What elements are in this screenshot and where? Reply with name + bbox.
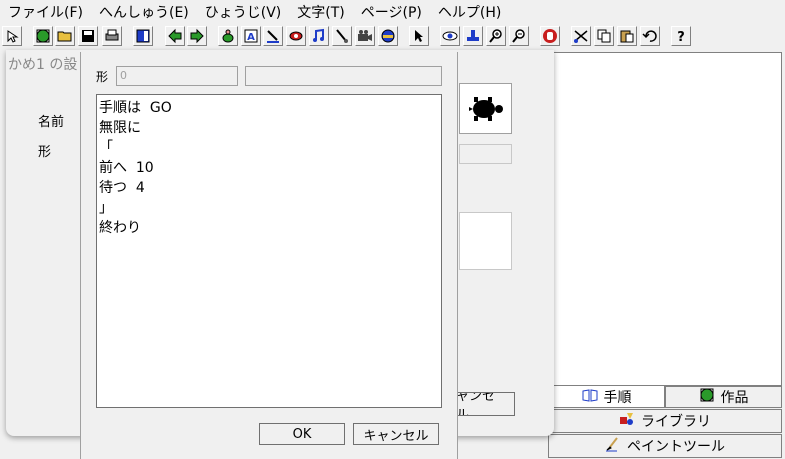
copy-icon[interactable]: [594, 26, 614, 46]
name-label: 名前: [38, 115, 65, 130]
undo-icon[interactable]: [640, 26, 660, 46]
stop-hand-icon[interactable]: [540, 26, 560, 46]
turtle-icon[interactable]: [218, 26, 238, 46]
tab-library[interactable]: ライブラリ: [548, 409, 782, 433]
eye-icon[interactable]: [440, 26, 460, 46]
code-line: 待つ 4: [99, 180, 145, 196]
shape-name-input[interactable]: [245, 66, 442, 86]
globe-icon: [699, 387, 715, 407]
turtle-icon: [468, 96, 503, 121]
globe-icon[interactable]: [33, 26, 53, 46]
ok-button[interactable]: OK: [259, 423, 345, 445]
shape-label: 形: [38, 145, 52, 160]
open-folder-icon[interactable]: [55, 26, 75, 46]
tab-works-label: 作品: [720, 390, 749, 406]
menu-help[interactable]: ヘルプ(H): [430, 2, 509, 22]
shape-input[interactable]: 0: [116, 66, 238, 86]
hat-icon[interactable]: [378, 26, 398, 46]
tab-works[interactable]: 作品: [665, 386, 782, 408]
forward-arrow-icon[interactable]: [187, 26, 207, 46]
stamp-icon[interactable]: [463, 26, 483, 46]
book-icon: [582, 387, 598, 407]
help-icon[interactable]: ?: [671, 26, 691, 46]
menu-view[interactable]: ひょうじ(V): [197, 2, 290, 22]
turtle-settings-title: かめ1 の設: [8, 57, 78, 73]
text-icon[interactable]: A: [241, 26, 261, 46]
back-arrow-icon[interactable]: [165, 26, 185, 46]
shapes-icon: [619, 411, 635, 431]
code-line: 終わり: [99, 220, 141, 236]
svg-text:?: ?: [677, 30, 685, 44]
paintbrush-icon: [605, 436, 621, 456]
zoom-out-icon[interactable]: [509, 26, 529, 46]
toolbar: A ?: [0, 26, 785, 50]
menu-page[interactable]: ページ(P): [353, 2, 430, 22]
zoom-in-icon[interactable]: [486, 26, 506, 46]
tab-paint-tool[interactable]: ペイントツール: [548, 434, 782, 458]
code-line: 前へ 10: [99, 160, 154, 176]
save-icon[interactable]: [78, 26, 98, 46]
work-canvas[interactable]: [548, 52, 782, 386]
tab-procedure-label: 手順: [603, 389, 632, 406]
paste-icon[interactable]: [617, 26, 637, 46]
select-icon[interactable]: [2, 26, 22, 46]
code-line: 無限に: [99, 120, 141, 136]
eye-red-icon[interactable]: [286, 26, 306, 46]
tab-procedure[interactable]: 手順: [548, 386, 665, 408]
code-line: 手順は GO: [99, 100, 172, 116]
print-icon[interactable]: [102, 26, 122, 46]
turtle-field[interactable]: [459, 144, 512, 164]
code-line: 」: [99, 200, 113, 216]
menu-file[interactable]: ファイル(F): [0, 2, 91, 22]
brush-icon[interactable]: [332, 26, 352, 46]
tab-library-label: ライブラリ: [641, 414, 711, 430]
dialog-shape-label: 形: [96, 70, 109, 84]
menu-bar: ファイル(F) へんしゅう(E) ひょうじ(V) 文字(T) ページ(P) ヘル…: [0, 0, 785, 24]
svg-text:A: A: [247, 32, 255, 43]
pen-icon[interactable]: [263, 26, 283, 46]
procedure-editor[interactable]: 手順は GO 無限に 「 前へ 10 待つ 4 」 終わり: [96, 94, 442, 408]
menu-edit[interactable]: へんしゅう(E): [91, 2, 197, 22]
background-cancel-button[interactable]: ャンセル: [455, 392, 515, 416]
music-icon[interactable]: [309, 26, 329, 46]
page-icon[interactable]: [133, 26, 153, 46]
pointer-icon[interactable]: [409, 26, 429, 46]
code-line: 「: [99, 140, 113, 156]
tab-paint-tool-label: ペイントツール: [627, 439, 725, 455]
turtle-preview[interactable]: [459, 83, 512, 134]
menu-text[interactable]: 文字(T): [289, 2, 352, 22]
cancel-button[interactable]: キャンセル: [353, 423, 439, 445]
camera-icon[interactable]: [355, 26, 375, 46]
cut-icon[interactable]: [571, 26, 591, 46]
turtle-text-area[interactable]: [459, 212, 512, 270]
